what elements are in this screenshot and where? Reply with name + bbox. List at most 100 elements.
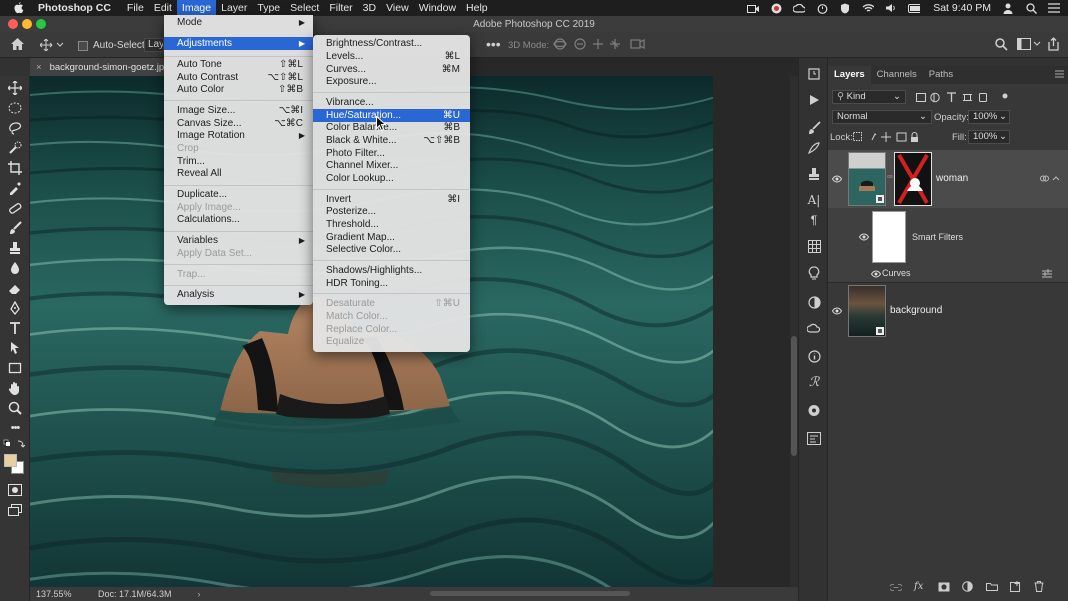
menu-item-brightness-contrast[interactable]: Brightness/Contrast... [313, 37, 470, 50]
glyphs-table-icon[interactable] [806, 238, 822, 254]
tab-paths[interactable]: Paths [923, 66, 959, 84]
link-layers-icon[interactable] [889, 583, 903, 595]
visibility-eye-icon[interactable] [870, 270, 882, 278]
rectangle-tool-icon[interactable] [7, 360, 23, 376]
edit-toolbar-icon[interactable]: ••• [7, 420, 23, 436]
auto-select-checkbox[interactable]: Auto-Select: [78, 40, 147, 51]
menu-item-color-balance[interactable]: Color Balance... ⌘B [313, 121, 470, 134]
layer-style-fx-icon[interactable]: fx [914, 581, 923, 592]
lasso-tool-icon[interactable] [7, 120, 23, 136]
close-document-icon[interactable]: × [36, 62, 42, 73]
menu-item-mode[interactable]: Mode ▶ [164, 16, 313, 29]
user-icon[interactable] [1002, 3, 1014, 14]
smart-filters-row[interactable]: Smart Filters [828, 208, 1068, 266]
actions-play-icon[interactable] [806, 92, 822, 108]
menu-help[interactable]: Help [461, 0, 493, 16]
creative-cloud-icon[interactable] [793, 3, 806, 13]
menu-item-channel-mixer[interactable]: Channel Mixer... [313, 159, 470, 172]
properties-panel-icon[interactable] [806, 430, 822, 446]
visibility-eye-icon[interactable] [831, 175, 843, 183]
menu-item-threshold[interactable]: Threshold... [313, 218, 470, 231]
shield-icon[interactable] [839, 3, 851, 13]
move-tool-preset-icon[interactable] [40, 39, 64, 51]
timeline-script-icon[interactable]: ℛ [806, 374, 822, 390]
clone-stamp-tool-icon[interactable] [7, 240, 23, 256]
add-mask-icon[interactable] [938, 582, 950, 595]
menu-item-duplicate[interactable]: Duplicate... [164, 188, 313, 201]
info-panel-icon[interactable] [806, 348, 822, 364]
zoom-window-button[interactable] [36, 19, 46, 29]
menu-item-reveal-all[interactable]: Reveal All [164, 167, 313, 180]
menu-window[interactable]: Window [414, 0, 461, 16]
layer-row-background[interactable]: background [828, 282, 1068, 338]
delete-layer-trash-icon[interactable] [1034, 581, 1044, 595]
notification-center-icon[interactable] [1048, 3, 1060, 13]
menu-item-black-white[interactable]: Black & White... ⌥⇧⌘B [313, 134, 470, 147]
hand-tool-icon[interactable] [7, 380, 23, 396]
record-icon[interactable] [770, 3, 782, 13]
character-panel-icon[interactable]: A| [806, 192, 822, 208]
menu-filter[interactable]: Filter [324, 0, 357, 16]
new-group-folder-icon[interactable] [986, 582, 998, 594]
share-icon[interactable] [1047, 37, 1060, 51]
brush-tool-icon[interactable] [7, 220, 23, 236]
menu-item-image-size[interactable]: Image Size... ⌥⌘I [164, 104, 313, 117]
tab-channels[interactable]: Channels [871, 66, 923, 84]
marquee-tool-icon[interactable] [7, 100, 23, 116]
layer-filter-kind-dropdown[interactable]: ⚲ Kind ⌄ [832, 90, 906, 104]
menu-edit[interactable]: Edit [149, 0, 177, 16]
curves-filter-row[interactable]: Curves [828, 266, 1068, 282]
blend-mode-dropdown[interactable]: Normal ⌄ [832, 110, 932, 124]
status-menu-chevron-icon[interactable]: › [198, 589, 201, 599]
timer-icon[interactable] [816, 3, 828, 14]
menu-image[interactable]: Image [176, 0, 217, 16]
woman-mask-thumbnail[interactable] [894, 152, 932, 206]
more-options-icon[interactable]: ••• [486, 37, 501, 51]
clock[interactable]: Sat 9:40 PM [933, 2, 991, 14]
search-icon[interactable] [995, 38, 1008, 51]
paragraph-panel-icon[interactable]: ¶ [806, 212, 822, 228]
menu-file[interactable]: File [122, 0, 149, 16]
smart-filter-indicator-icon[interactable] [1040, 174, 1060, 186]
3d-panel-icon[interactable] [806, 402, 822, 418]
visibility-eye-icon[interactable] [858, 233, 870, 241]
quick-mask-icon[interactable] [7, 482, 23, 498]
vertical-scrollbar[interactable] [790, 76, 798, 587]
eyedropper-tool-icon[interactable] [7, 180, 23, 196]
screen-mode-icon[interactable] [7, 502, 23, 518]
learn-lightbulb-icon[interactable] [806, 265, 822, 281]
layer-name-woman[interactable]: woman [936, 173, 968, 184]
3d-orbit-icon[interactable] [553, 37, 653, 51]
default-colors-icon[interactable] [3, 439, 25, 449]
clone-source-icon[interactable] [806, 166, 822, 182]
battery-icon[interactable] [908, 3, 921, 13]
brushes-panel-icon[interactable] [806, 140, 822, 156]
menu-item-analysis[interactable]: Analysis ▶ [164, 288, 313, 301]
menu-type[interactable]: Type [252, 0, 285, 16]
zoom-level[interactable]: 137.55% [36, 589, 92, 599]
menu-item-calculations[interactable]: Calculations... [164, 213, 313, 226]
history-panel-icon[interactable] [806, 66, 822, 82]
type-tool-icon[interactable] [7, 320, 23, 336]
pen-tool-icon[interactable] [7, 300, 23, 316]
menu-item-posterize[interactable]: Posterize... [313, 205, 470, 218]
quick-selection-tool-icon[interactable] [7, 140, 23, 156]
eraser-tool-icon[interactable] [7, 280, 23, 296]
menu-item-adjustments[interactable]: Adjustments ▶ [164, 37, 313, 50]
menu-item-variables[interactable]: Variables ▶ [164, 234, 313, 247]
adjustments-panel-icon[interactable] [806, 294, 822, 310]
tab-layers[interactable]: Layers [828, 66, 871, 84]
lock-options-icons[interactable] [853, 132, 919, 146]
menu-item-auto-color[interactable]: Auto Color ⇧⌘B [164, 83, 313, 96]
home-icon[interactable] [10, 37, 25, 51]
horizontal-scroll-thumb[interactable] [430, 591, 630, 596]
menu-item-levels[interactable]: Levels... ⌘L [313, 50, 470, 63]
wifi-icon[interactable] [862, 3, 875, 13]
minimize-window-button[interactable] [22, 19, 32, 29]
filter-blending-options-icon[interactable] [1042, 269, 1052, 281]
vertical-scroll-thumb[interactable] [791, 336, 797, 456]
menu-item-auto-tone[interactable]: Auto Tone ⇧⌘L [164, 58, 313, 71]
camera-icon[interactable] [747, 3, 760, 13]
close-window-button[interactable] [8, 19, 18, 29]
fill-input[interactable]: 100% ⌄ [968, 130, 1010, 144]
